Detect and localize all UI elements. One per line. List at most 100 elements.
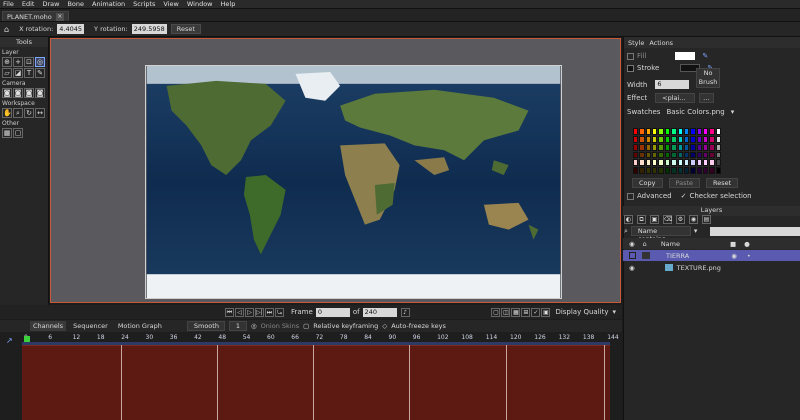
menu-bone[interactable]: Bone	[63, 0, 88, 8]
color-swatch[interactable]	[639, 167, 645, 174]
color-swatch[interactable]	[652, 135, 658, 143]
color-swatch[interactable]	[702, 159, 709, 167]
color-swatch[interactable]	[639, 135, 645, 143]
color-swatch[interactable]	[715, 151, 721, 159]
menu-animation[interactable]: Animation	[88, 0, 129, 8]
advanced-checkbox[interactable]	[627, 192, 634, 200]
color-swatch[interactable]	[696, 159, 702, 167]
color-swatch[interactable]	[664, 135, 671, 143]
stroke-checkbox[interactable]	[627, 64, 634, 72]
layer-row[interactable]: ◉ TEXTURE.png	[623, 262, 800, 273]
color-swatch[interactable]	[690, 128, 696, 135]
menu-view[interactable]: View	[159, 0, 182, 8]
layer-settings-icon[interactable]: ⚙	[676, 215, 685, 224]
color-swatch[interactable]	[633, 151, 639, 159]
tab-channels[interactable]: Channels	[30, 321, 67, 331]
reset-button[interactable]: Reset	[170, 24, 201, 34]
close-icon[interactable]: ×	[55, 12, 64, 21]
color-swatch[interactable]	[664, 151, 671, 159]
tab-sequencer[interactable]: Sequencer	[70, 321, 111, 331]
check-icon[interactable]: ✓	[531, 307, 541, 317]
color-swatch[interactable]	[652, 159, 658, 167]
new-layer-icon[interactable]: ◐	[624, 215, 633, 224]
color-swatch[interactable]	[690, 135, 696, 143]
interpolation-number[interactable]: 1	[228, 321, 247, 331]
keyframe-line[interactable]	[506, 345, 507, 420]
color-swatch[interactable]	[696, 167, 702, 174]
fill-color-swatch[interactable]	[675, 52, 696, 60]
color-swatch[interactable]	[690, 143, 696, 151]
color-swatch[interactable]	[671, 167, 677, 174]
color-swatch[interactable]	[645, 167, 652, 174]
color-swatch[interactable]	[671, 135, 677, 143]
rotate-workspace-icon[interactable]: ↻	[24, 108, 34, 118]
color-swatch[interactable]	[696, 128, 702, 135]
timeline-ruler[interactable]: 0612182430364248546066727884909610210811…	[22, 334, 619, 342]
color-swatch[interactable]	[677, 151, 683, 159]
rewind-icon[interactable]: ⏮	[225, 307, 234, 317]
color-swatch[interactable]	[702, 167, 709, 174]
color-swatch[interactable]	[715, 143, 721, 151]
view-single-icon[interactable]: ▢	[491, 307, 501, 317]
filter-field[interactable]	[710, 226, 800, 236]
color-swatch[interactable]	[696, 143, 702, 151]
timeline-track[interactable]	[22, 345, 610, 420]
color-swatch[interactable]	[645, 135, 652, 143]
chevron-down-icon[interactable]: ▾	[694, 227, 698, 235]
grid-icon[interactable]: ▦	[2, 128, 12, 138]
color-swatch[interactable]	[645, 128, 652, 135]
color-swatch[interactable]	[677, 135, 683, 143]
color-swatch[interactable]	[715, 167, 721, 174]
visibility-icon[interactable]: ◉	[689, 215, 698, 224]
color-swatch[interactable]	[633, 167, 639, 174]
hand-icon[interactable]: ✋	[2, 108, 12, 118]
color-swatch[interactable]	[664, 167, 671, 174]
color-swatch[interactable]	[709, 128, 715, 135]
color-swatch[interactable]	[709, 143, 715, 151]
no-brush-button[interactable]: No Brush	[696, 68, 720, 88]
color-swatch[interactable]	[709, 151, 715, 159]
playhead-marker[interactable]	[24, 336, 30, 342]
color-swatch[interactable]	[652, 143, 658, 151]
color-swatch[interactable]	[652, 151, 658, 159]
color-swatch[interactable]	[690, 167, 696, 174]
color-swatch[interactable]	[658, 159, 664, 167]
width-input[interactable]: 6	[655, 80, 690, 89]
swatches-file-select[interactable]: Basic Colors.png	[666, 108, 724, 116]
color-swatch[interactable]	[677, 167, 683, 174]
color-swatch[interactable]	[658, 135, 664, 143]
color-swatch[interactable]	[658, 143, 664, 151]
color-swatch[interactable]	[715, 135, 721, 143]
camera-roll-icon[interactable]: ◙	[24, 88, 34, 98]
step-forward-icon[interactable]: ▷|	[255, 307, 264, 317]
color-swatch[interactable]	[715, 159, 721, 167]
color-swatch[interactable]	[664, 159, 671, 167]
color-swatch[interactable]	[639, 159, 645, 167]
color-swatch[interactable]	[671, 143, 677, 151]
tab-style[interactable]: Style	[628, 39, 644, 47]
duplicate-layer-icon[interactable]: ⧉	[637, 215, 646, 224]
color-swatch[interactable]	[709, 159, 715, 167]
group-layer-icon[interactable]: ▣	[650, 215, 659, 224]
color-swatch[interactable]	[696, 151, 702, 159]
menu-draw[interactable]: Draw	[38, 0, 63, 8]
interpolation-select[interactable]: Smooth	[186, 321, 225, 331]
color-swatch[interactable]	[633, 159, 639, 167]
world-map-image[interactable]	[145, 65, 562, 299]
keyframe-line[interactable]	[409, 345, 410, 420]
color-swatch[interactable]	[702, 128, 709, 135]
translate-icon[interactable]: +	[13, 57, 23, 67]
reset-style-button[interactable]: Reset	[706, 178, 739, 188]
onion-skins-label[interactable]: Onion Skins	[261, 322, 299, 330]
play-icon[interactable]: ▷	[245, 307, 254, 317]
color-swatch[interactable]	[652, 128, 658, 135]
visibility-checkbox[interactable]	[629, 252, 636, 259]
total-frames-input[interactable]: 240	[362, 307, 397, 317]
effect-select[interactable]: <plai...	[655, 93, 696, 103]
eye-icon[interactable]: ◉	[629, 264, 635, 272]
color-swatch[interactable]	[658, 167, 664, 174]
color-swatch[interactable]	[677, 143, 683, 151]
menu-window[interactable]: Window	[183, 0, 217, 8]
auto-freeze-icon[interactable]: ◇	[382, 322, 387, 330]
menu-scripts[interactable]: Scripts	[129, 0, 159, 8]
